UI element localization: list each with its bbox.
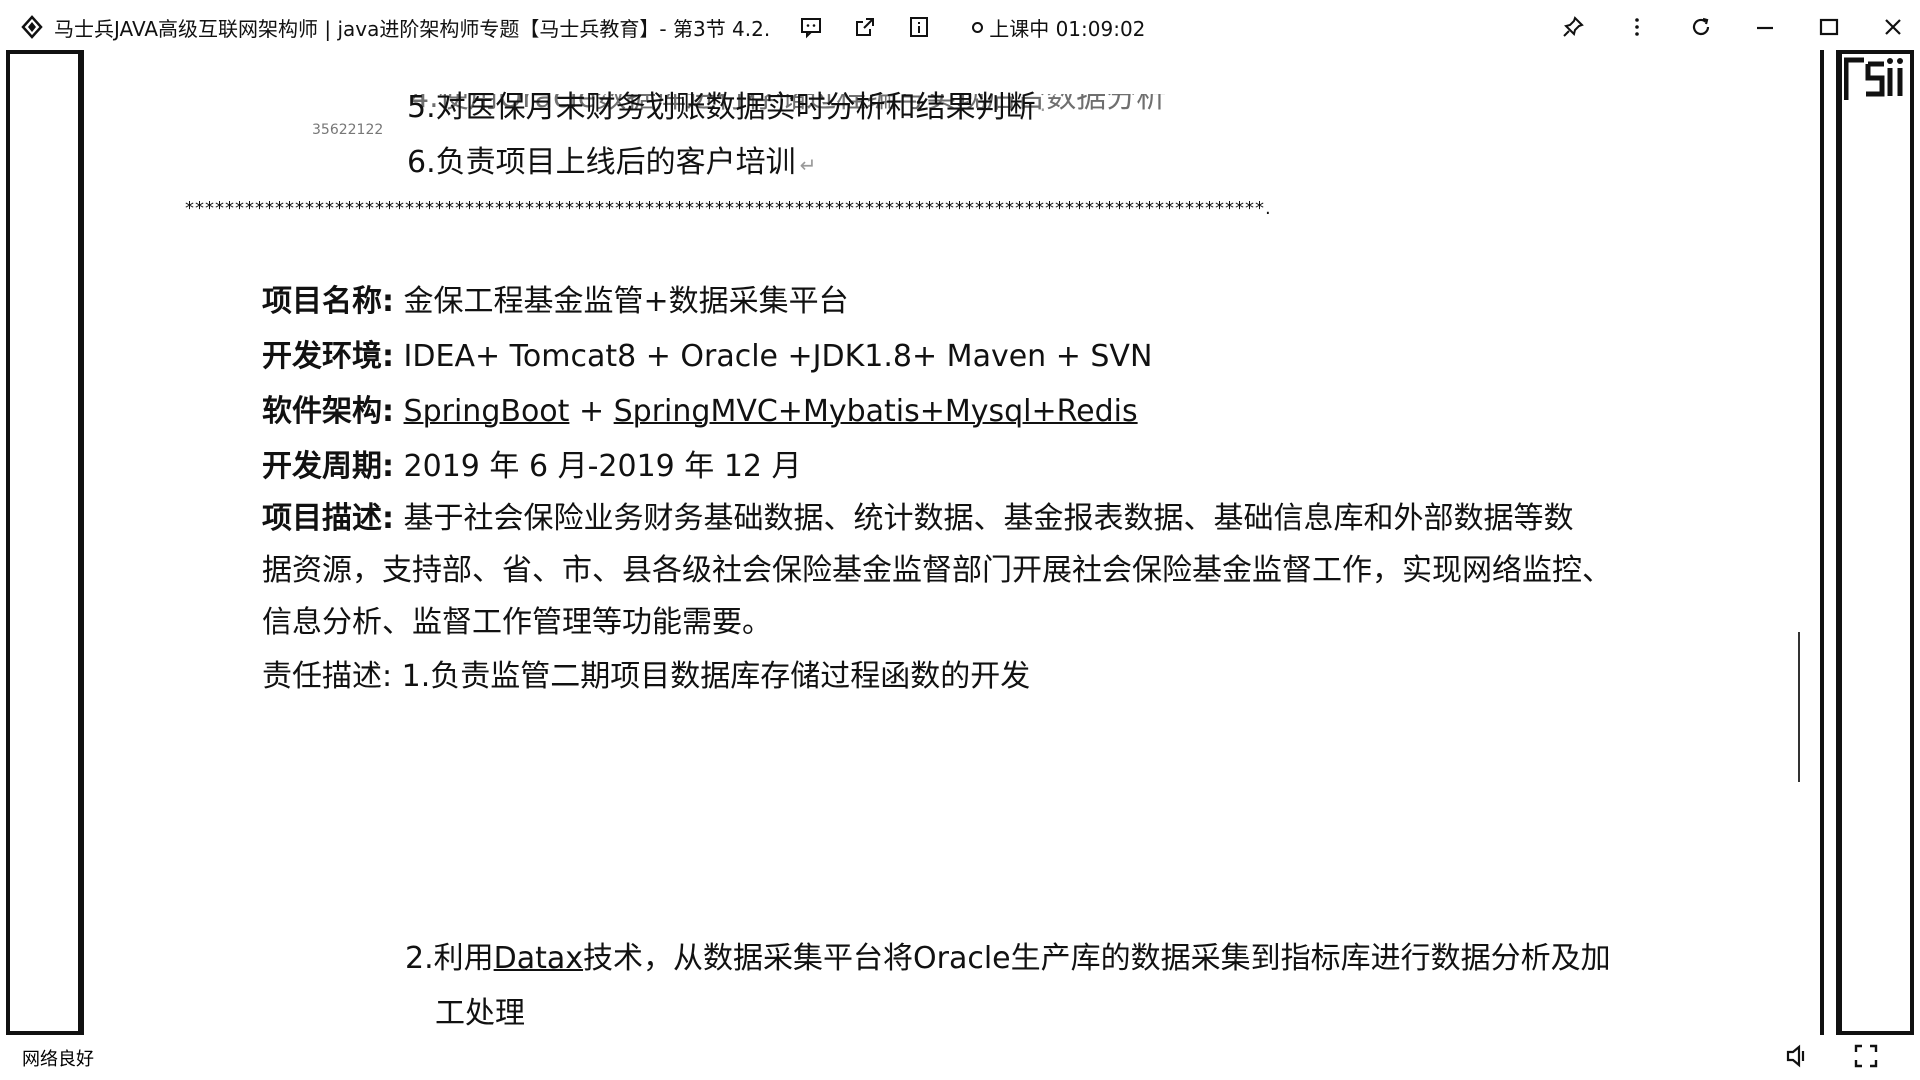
architecture-plus: + bbox=[569, 394, 614, 429]
architecture-row: 软件架构: SpringBoot + SpringMVC+Mybatis+Mys… bbox=[262, 386, 1138, 430]
fullscreen-icon[interactable] bbox=[1852, 1042, 1880, 1075]
dev-env-row: 开发环境: IDEA+ Tomcat8 + Oracle +JDK1.8+ Ma… bbox=[262, 331, 1152, 375]
responsibility-row: 责任描述: 1.负责监管二期项目数据库存储过程函数的开发 bbox=[262, 651, 1030, 695]
dev-period-value: 2019 年 6 月-2019 年 12 月 bbox=[403, 449, 802, 484]
responsibility-item-2-rest: 技术，从数据采集平台将Oracle生产库的数据采集到指标库进行数据分析及加 bbox=[583, 941, 1611, 976]
right-panel bbox=[1836, 50, 1914, 1035]
dev-env-label: 开发环境: bbox=[262, 339, 394, 374]
left-panel bbox=[6, 50, 84, 1035]
responsibility-item-2-prefix: 2.利用 bbox=[405, 941, 494, 976]
watermark-id: 35622122 bbox=[312, 122, 384, 138]
project-desc-label: 项目描述: bbox=[262, 501, 394, 536]
title-bar: 马士兵JAVA高级互联网架构师 | java进阶架构师专题【马士兵教育】- 第3… bbox=[0, 0, 1920, 54]
window-controls bbox=[1560, 0, 1906, 54]
architecture-springboot: SpringBoot bbox=[403, 394, 570, 429]
minimize-icon[interactable] bbox=[1752, 14, 1778, 40]
network-status: 网络良好 bbox=[22, 1049, 94, 1070]
duty-item-6: 6.负责项目上线后的客户培训 ↵ bbox=[407, 137, 816, 181]
share-icon[interactable] bbox=[852, 14, 878, 40]
paragraph-mark: ↵ bbox=[799, 153, 817, 177]
responsibility-item-2: 2.利用Datax技术，从数据采集平台将Oracle生产库的数据采集到指标库进行… bbox=[405, 933, 1611, 977]
info-icon[interactable] bbox=[906, 14, 932, 40]
separator-line: ****************************************… bbox=[185, 198, 1272, 219]
project-desc-line1: 基于社会保险业务财务基础数据、统计数据、基金报表数据、基础信息库和外部数据等数 bbox=[403, 501, 1574, 536]
project-desc-line3: 信息分析、监督工作管理等功能需要。 bbox=[262, 605, 772, 640]
paragraph-mark: · bbox=[1039, 98, 1046, 122]
duty-item-5: 5.对医保月末财务划账数据实时分析和结果判断 · bbox=[407, 82, 1046, 126]
responsibility-item-2-line2: 工处理 bbox=[435, 996, 525, 1031]
volume-icon[interactable] bbox=[1784, 1042, 1812, 1075]
duty-item-6-text: 6.负责项目上线后的客户培训 bbox=[407, 145, 796, 180]
dev-env-value: IDEA+ Tomcat8 + Oracle +JDK1.8+ Maven + … bbox=[403, 339, 1153, 374]
comment-icon[interactable] bbox=[798, 14, 824, 40]
project-name-value: 金保工程基金监管+数据采集平台 bbox=[403, 284, 849, 319]
architecture-label: 软件架构: bbox=[262, 394, 394, 429]
pin-icon[interactable] bbox=[1560, 14, 1586, 40]
app-logo-icon bbox=[20, 15, 44, 39]
duty-item-5-text: 5.对医保月末财务划账数据实时分析和结果判断 bbox=[407, 90, 1036, 125]
dev-period-row: 开发周期: 2019 年 6 月-2019 年 12 月 bbox=[262, 441, 802, 485]
status-bar: 网络良好 bbox=[0, 1036, 1920, 1080]
class-clock: 上课中 01:09:02 bbox=[972, 13, 1145, 42]
refresh-icon[interactable] bbox=[1688, 14, 1714, 40]
close-icon[interactable] bbox=[1880, 14, 1906, 40]
corner-logo-icon bbox=[1843, 56, 1906, 102]
responsibility-item-2-datax: Datax bbox=[493, 941, 584, 976]
more-icon[interactable] bbox=[1624, 14, 1650, 40]
architecture-rest: SpringMVC+Mybatis+Mysql+Redis bbox=[613, 394, 1138, 429]
right-divider bbox=[1820, 50, 1824, 1035]
maximize-icon[interactable] bbox=[1816, 14, 1842, 40]
clock-text: 上课中 01:09:02 bbox=[989, 16, 1146, 41]
live-dot-icon bbox=[972, 21, 984, 33]
project-desc-line2: 据资源，支持部、省、市、县各级社会保险基金监督部门开展社会保险基金监督工作，实现… bbox=[262, 553, 1612, 588]
responsibility-label: 责任描述: bbox=[262, 659, 393, 694]
window-title: 马士兵JAVA高级互联网架构师 | java进阶架构师专题【马士兵教育】- 第3… bbox=[54, 16, 771, 41]
responsibility-item-1: 1.负责监管二期项目数据库存储过程函数的开发 bbox=[401, 659, 1031, 694]
project-name-row: 项目名称: 金保工程基金监管+数据采集平台 bbox=[262, 276, 849, 320]
dev-period-label: 开发周期: bbox=[262, 449, 394, 484]
project-name-label: 项目名称: bbox=[262, 284, 394, 319]
scrollbar[interactable] bbox=[1798, 632, 1800, 782]
project-desc-row: 项目描述: 基于社会保险业务财务基础数据、统计数据、基金报表数据、基础信息库和外… bbox=[262, 493, 1574, 537]
status-controls bbox=[1784, 1042, 1880, 1075]
